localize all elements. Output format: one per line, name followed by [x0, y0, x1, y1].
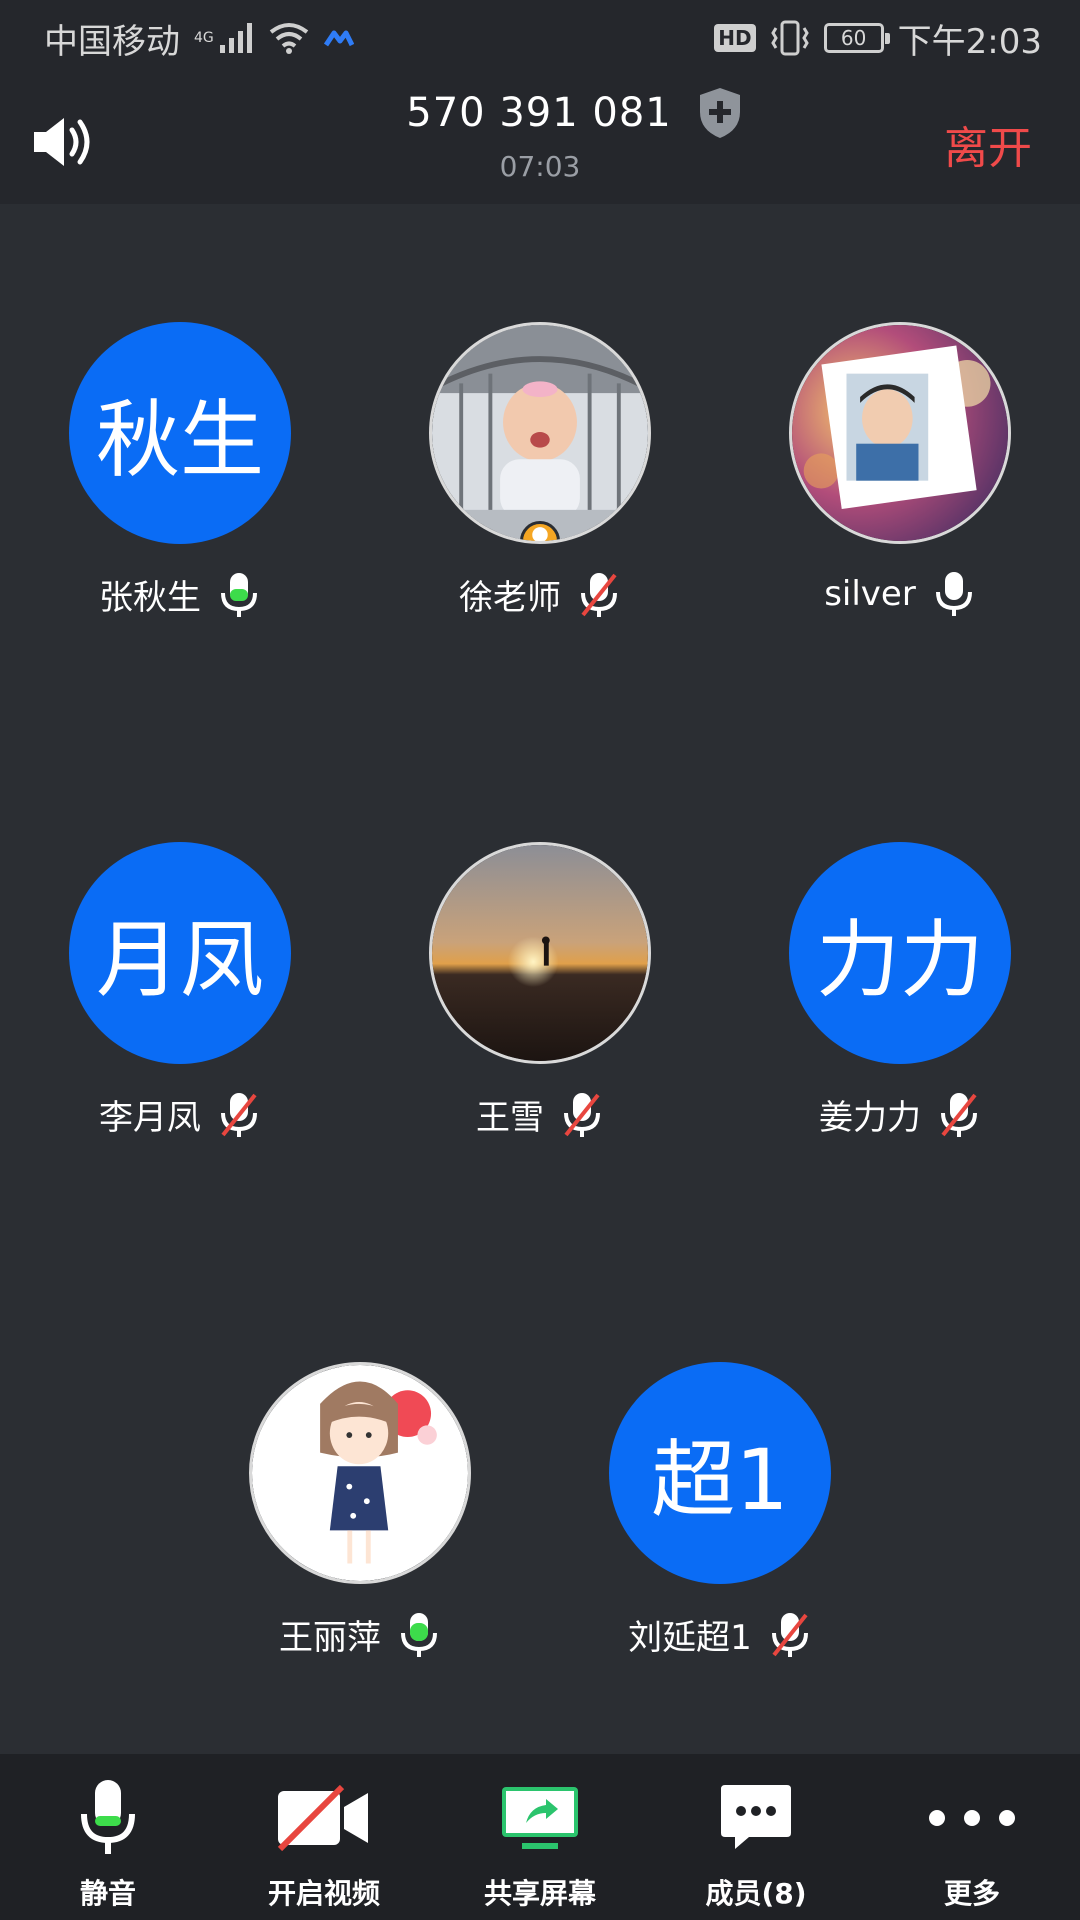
- leave-button[interactable]: 离开: [944, 112, 1032, 176]
- avatar: [789, 322, 1011, 544]
- avatar: 力力: [789, 842, 1011, 1064]
- battery-level: 60: [840, 26, 867, 50]
- signal-icon: [219, 23, 252, 53]
- person-photo: [792, 325, 1008, 541]
- mic-active-icon: [221, 572, 257, 617]
- participant-name: 刘延超1: [628, 1618, 752, 1658]
- network-type: 4G: [194, 29, 214, 46]
- avatar: [249, 1362, 471, 1584]
- participant-name: 张秋生: [99, 578, 201, 618]
- sunset-photo: [432, 845, 648, 1061]
- more-dots-icon: [929, 1810, 1015, 1826]
- avatar-initials: 力力: [815, 910, 984, 1009]
- mic-muted-icon: [771, 1612, 808, 1657]
- mic-muted-icon: [941, 1092, 977, 1137]
- status-left: 中国移动 4G: [44, 14, 354, 63]
- members-label: 成员(8): [705, 1877, 807, 1910]
- share-label: 共享屏幕: [483, 1877, 596, 1910]
- participant-tile[interactable]: 徐老师: [390, 322, 690, 619]
- video-label: 开启视频: [267, 1877, 380, 1910]
- avatar: [429, 322, 651, 544]
- avatar: 月凤: [69, 842, 291, 1064]
- mic-icon: [935, 572, 972, 616]
- mute-icon-wrap: [78, 1776, 138, 1860]
- participant-tile[interactable]: silver: [750, 322, 1050, 618]
- members-button[interactable]: 成员(8): [656, 1776, 856, 1912]
- participant-tile[interactable]: 王丽萍: [210, 1362, 510, 1659]
- more-icon-wrap: [927, 1776, 1017, 1860]
- participant-grid: 秋生 张秋生 徐老师 silver 月凤 李月凤 王雪 力力 姜力力 王丽萍 超…: [0, 204, 1080, 1754]
- share-screen-button[interactable]: 共享屏幕: [440, 1776, 640, 1912]
- participant-tile[interactable]: 王雪: [390, 842, 690, 1139]
- host-user-icon: [532, 527, 548, 541]
- share-icon-wrap: [500, 1776, 580, 1860]
- participant-name: 姜力力: [819, 1098, 921, 1138]
- participant-tile[interactable]: 超1 刘延超1: [570, 1362, 870, 1659]
- avatar: 秋生: [69, 322, 291, 544]
- video-icon-wrap: [276, 1776, 372, 1860]
- participant-name-row: 刘延超1: [628, 1610, 812, 1659]
- more-label: 更多: [943, 1877, 1000, 1910]
- participant-tile[interactable]: 力力 姜力力: [750, 842, 1050, 1139]
- bottom-toolbar: 静音 开启视频 共享屏幕 成员(8) 更多: [0, 1754, 1080, 1920]
- avatar-initials: 秋生: [95, 390, 264, 489]
- avatar-initials: 月凤: [95, 910, 264, 1009]
- share-screen-icon: [502, 1787, 578, 1849]
- more-button[interactable]: 更多: [872, 1776, 1072, 1912]
- status-time: 下午2:03: [897, 21, 1042, 62]
- participant-name: 李月凤: [99, 1098, 201, 1138]
- participant-name-row: 徐老师: [459, 570, 621, 619]
- cartoon-girl-photo: [252, 1365, 468, 1581]
- meeting-id[interactable]: 570 391 081: [406, 90, 671, 136]
- meeting-info: 570 391 081 07:03: [0, 86, 1080, 183]
- baby-photo: [432, 325, 648, 541]
- mute-button[interactable]: 静音: [8, 1776, 208, 1912]
- participant-name-row: 王丽萍: [279, 1610, 441, 1659]
- members-icon-wrap: [719, 1776, 793, 1860]
- mute-label: 静音: [79, 1877, 136, 1910]
- shield-icon[interactable]: [696, 86, 744, 140]
- participant-tile[interactable]: 月凤 李月凤: [30, 842, 330, 1139]
- meeting-id-row: 570 391 081: [406, 86, 743, 140]
- participant-name: 王雪: [476, 1098, 544, 1138]
- chat-bubble-icon: [721, 1785, 791, 1849]
- mic-muted-icon: [581, 572, 617, 617]
- status-right: HD 60 下午2:03: [714, 14, 1042, 63]
- meeting-header: 570 391 081 07:03 离开: [0, 76, 1080, 204]
- app-notification-icon: [323, 30, 354, 47]
- mic-muted-icon: [564, 1092, 600, 1137]
- vibrate-icon: [770, 20, 809, 56]
- battery-icon: 60: [823, 23, 890, 53]
- wifi-icon: [269, 23, 308, 54]
- participant-name-row: 李月凤: [99, 1090, 261, 1139]
- participant-name-row: silver: [824, 570, 976, 618]
- participant-name: 徐老师: [459, 578, 561, 618]
- status-bar: 中国移动 4G HD 60 下午2:03: [0, 0, 1080, 76]
- avatar-initials: 超1: [651, 1430, 789, 1529]
- participant-name-row: 姜力力: [819, 1090, 981, 1139]
- participant-name-row: 张秋生: [99, 570, 261, 619]
- participant-name: silver: [824, 574, 916, 614]
- start-video-button[interactable]: 开启视频: [224, 1776, 424, 1912]
- meeting-duration: 07:03: [499, 150, 581, 183]
- participant-name-row: 王雪: [476, 1090, 604, 1139]
- participant-name: 王丽萍: [279, 1618, 381, 1658]
- mic-active-icon: [401, 1612, 437, 1657]
- avatar: [429, 842, 651, 1064]
- avatar: 超1: [609, 1362, 831, 1584]
- hd-badge: HD: [714, 24, 756, 52]
- mic-muted-icon: [221, 1092, 257, 1137]
- participant-tile[interactable]: 秋生 张秋生: [30, 322, 330, 619]
- video-off-icon: [277, 1785, 368, 1851]
- microphone-icon: [81, 1780, 135, 1854]
- carrier-name: 中国移动: [44, 21, 180, 62]
